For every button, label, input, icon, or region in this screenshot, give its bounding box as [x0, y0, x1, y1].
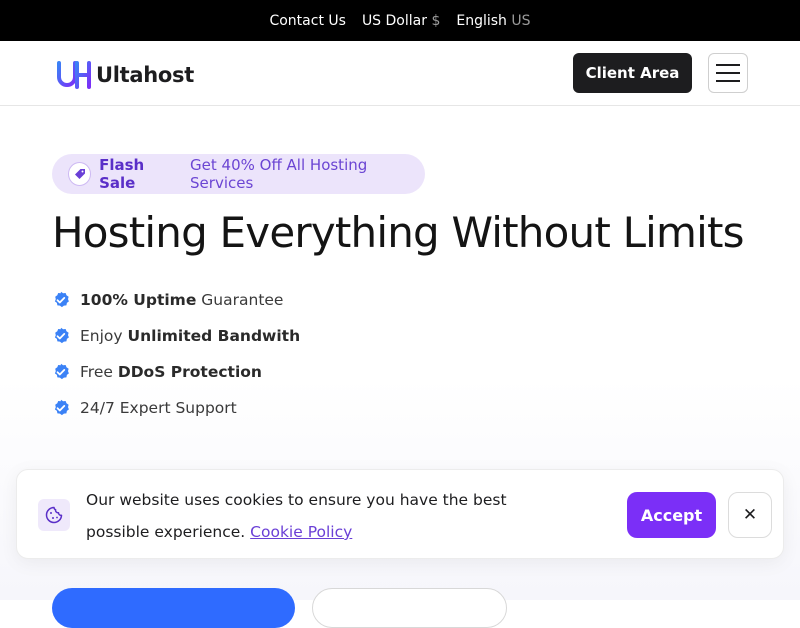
- secondary-cta-button[interactable]: [312, 588, 507, 628]
- hamburger-icon: [716, 72, 740, 74]
- page-title: Hosting Everything Without Limits: [52, 208, 745, 257]
- menu-button[interactable]: [708, 53, 748, 93]
- flash-sale-label: Flash Sale: [99, 156, 145, 192]
- list-item: 100% Uptime Guarantee: [52, 288, 300, 312]
- feature-list: 100% Uptime Guarantee Enjoy Unlimited Ba…: [52, 288, 300, 432]
- logo-text: Ultahost: [96, 63, 194, 87]
- close-icon: ✕: [742, 505, 758, 525]
- flash-sale-text: Get 40% Off All Hosting Services: [190, 156, 368, 192]
- cookie-policy-link[interactable]: Cookie Policy: [250, 523, 352, 541]
- check-badge-icon: [54, 291, 69, 308]
- cookie-banner: Our website uses cookies to ensure you h…: [16, 469, 784, 559]
- check-badge-icon: [54, 327, 69, 344]
- site-header: Ultahost Client Area: [0, 41, 800, 106]
- tag-icon: [68, 162, 92, 186]
- primary-cta-button[interactable]: [52, 588, 295, 628]
- client-area-button[interactable]: Client Area: [573, 53, 692, 93]
- list-item: Enjoy Unlimited Bandwith: [52, 324, 300, 348]
- hamburger-icon: [716, 80, 740, 82]
- hamburger-icon: [716, 64, 740, 66]
- list-item: Free DDoS Protection: [52, 360, 300, 384]
- language-selector[interactable]: English US: [456, 13, 530, 29]
- feature-pre: Enjoy: [80, 327, 128, 345]
- contact-us-link[interactable]: Contact Us: [269, 13, 345, 29]
- accept-button[interactable]: Accept: [627, 492, 716, 538]
- list-item: 24/7 Expert Support: [52, 396, 300, 420]
- logo[interactable]: Ultahost: [57, 61, 194, 89]
- feature-text: 24/7 Expert Support: [80, 399, 237, 417]
- currency-label: US Dollar: [361, 12, 427, 29]
- feature-bold: Unlimited Bandwith: [127, 327, 301, 345]
- cookie-message: Our website uses cookies to ensure you h…: [86, 484, 566, 548]
- logo-mark-icon: [57, 61, 91, 89]
- feature-rest: Guarantee: [196, 291, 284, 309]
- feature-bold: 100% Uptime: [80, 291, 197, 309]
- top-bar: Contact Us US Dollar $ English US: [0, 0, 800, 41]
- check-badge-icon: [54, 363, 69, 380]
- feature-bold: DDoS Protection: [117, 363, 262, 381]
- cookie-icon: [38, 499, 70, 531]
- close-button[interactable]: ✕: [728, 492, 772, 538]
- language-code: US: [511, 12, 531, 29]
- currency-selector[interactable]: US Dollar $: [362, 13, 440, 29]
- flash-sale-badge[interactable]: Flash Sale Get 40% Off All Hosting Servi…: [52, 154, 425, 194]
- check-badge-icon: [54, 399, 69, 416]
- language-label: English: [456, 12, 507, 29]
- currency-symbol: $: [431, 12, 441, 29]
- feature-pre: Free: [80, 363, 118, 381]
